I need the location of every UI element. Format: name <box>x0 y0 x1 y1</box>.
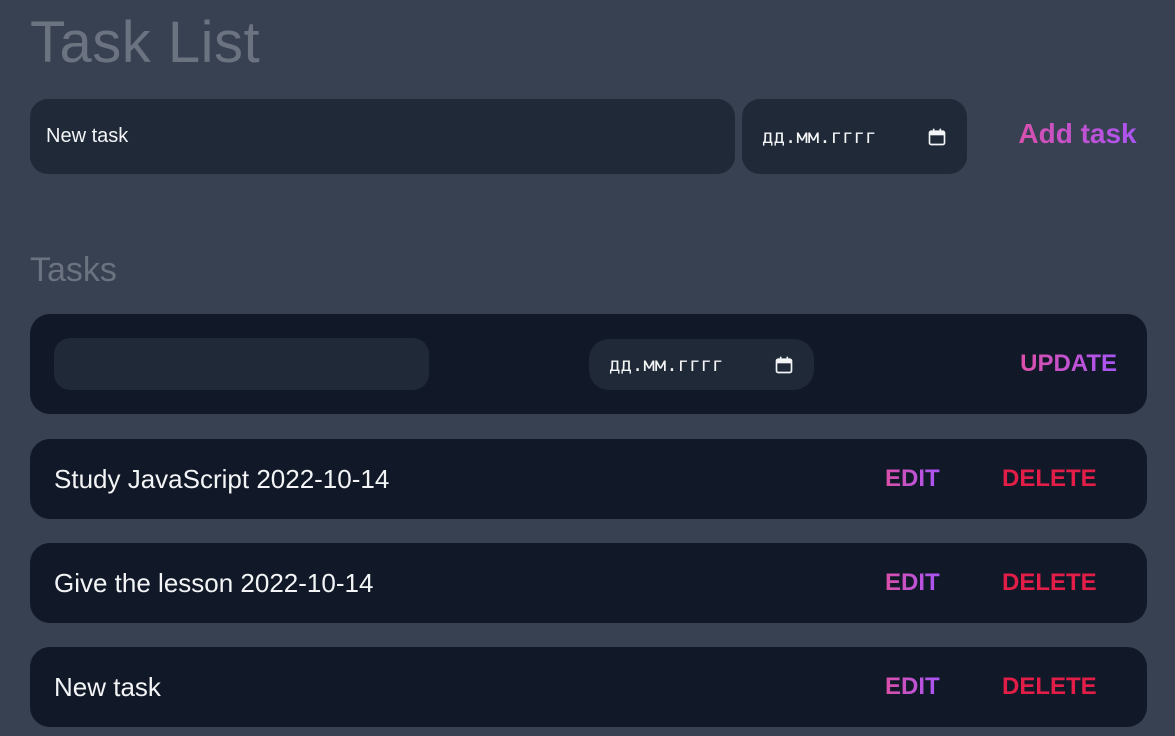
edit-task-input[interactable] <box>54 338 429 390</box>
task-text: Study JavaScript 2022-10-14 <box>54 463 390 494</box>
task-text: New task <box>54 671 161 702</box>
edit-button[interactable]: EDIT <box>885 647 940 727</box>
delete-button[interactable]: DELETE <box>1002 647 1097 727</box>
task-item: Give the lesson 2022-10-14 EDIT DELETE <box>30 543 1147 623</box>
new-task-form: New task дд.мм.гггг Add task <box>30 99 1145 174</box>
new-task-date-placeholder: дд.мм.гггг <box>762 125 877 148</box>
delete-button[interactable]: DELETE <box>1002 439 1097 519</box>
edit-task-row: дд.мм.гггг UPDATE <box>30 314 1147 414</box>
edit-button[interactable]: EDIT <box>885 439 940 519</box>
task-item: Study JavaScript 2022-10-14 EDIT DELETE <box>30 439 1147 519</box>
task-list-app: Task List New task дд.мм.гггг Add task T… <box>0 0 1175 736</box>
new-task-input[interactable]: New task <box>30 99 735 174</box>
task-text: Give the lesson 2022-10-14 <box>54 567 374 598</box>
calendar-icon[interactable] <box>927 127 947 147</box>
add-task-button[interactable]: Add task <box>1010 99 1145 169</box>
page-title: Task List <box>30 10 261 75</box>
tasks-heading: Tasks <box>30 251 117 289</box>
update-button[interactable]: UPDATE <box>1020 338 1117 390</box>
delete-button[interactable]: DELETE <box>1002 543 1097 623</box>
new-task-input-value: New task <box>46 125 129 147</box>
calendar-icon[interactable] <box>774 355 794 375</box>
new-task-date-input[interactable]: дд.мм.гггг <box>742 99 967 174</box>
edit-task-date-input[interactable]: дд.мм.гггг <box>589 339 814 390</box>
task-item: New task EDIT DELETE <box>30 647 1147 727</box>
edit-task-date-placeholder: дд.мм.гггг <box>609 353 724 376</box>
edit-button[interactable]: EDIT <box>885 543 940 623</box>
